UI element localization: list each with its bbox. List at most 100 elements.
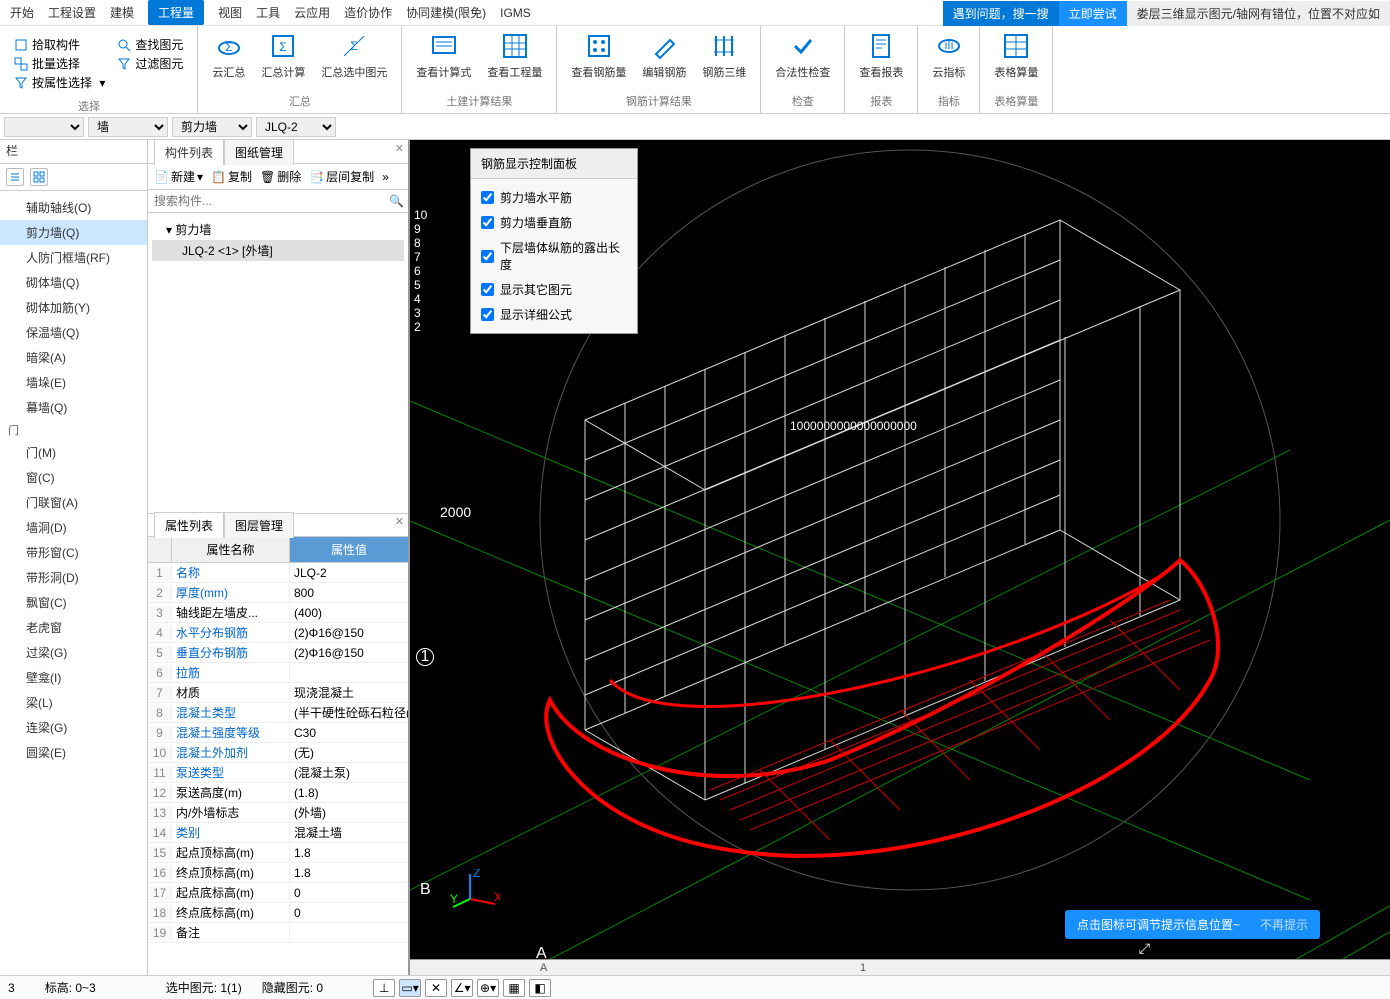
property-row[interactable]: 18终点底标高(m)0: [148, 903, 408, 923]
tool-icon-4[interactable]: ∠▾: [451, 979, 473, 997]
property-row[interactable]: 4水平分布钢筋(2)Φ16@150: [148, 623, 408, 643]
prop-value[interactable]: 0: [290, 906, 408, 920]
left-item[interactable]: 砌体加筋(Y): [0, 295, 147, 320]
validity-check-button[interactable]: 合法性检查: [769, 30, 836, 82]
prop-value[interactable]: 现浇混凝土: [290, 684, 408, 701]
property-row[interactable]: 11泵送类型(混凝土泵): [148, 763, 408, 783]
rebar-checkbox[interactable]: [481, 191, 494, 204]
pick-component[interactable]: 拾取构件: [14, 36, 105, 53]
tip-anchor-icon[interactable]: ⤢: [1139, 940, 1150, 957]
copy-button[interactable]: 📋复制: [211, 168, 252, 185]
prop-value[interactable]: JLQ-2: [290, 566, 408, 580]
property-row[interactable]: 9混凝土强度等级C30: [148, 723, 408, 743]
try-now-button[interactable]: 立即尝试: [1059, 1, 1127, 26]
left-item[interactable]: 门(M): [0, 440, 147, 465]
property-row[interactable]: 10混凝土外加剂(无): [148, 743, 408, 763]
left-item[interactable]: 带形洞(D): [0, 565, 147, 590]
filter-element[interactable]: 过滤图元: [117, 55, 183, 72]
left-item[interactable]: 连梁(G): [0, 715, 147, 740]
edit-rebar-button[interactable]: 编辑钢筋: [636, 30, 692, 82]
cloud-summary-button[interactable]: Σ云汇总: [206, 30, 251, 82]
summary-calc-button[interactable]: Σ汇总计算: [255, 30, 311, 82]
tool-icon-2[interactable]: ▭▾: [399, 979, 421, 997]
left-item[interactable]: 保温墙(Q): [0, 320, 147, 345]
viewport-3d[interactable]: 1000000000000000000 钢筋显示控制面板 剪力墙水平筋 剪力墙垂…: [410, 140, 1390, 975]
rebar-checkbox-row[interactable]: 下层墙体纵筋的露出长度: [481, 239, 627, 273]
rebar-checkbox[interactable]: [481, 283, 494, 296]
prop-close-icon[interactable]: ✕: [395, 515, 404, 528]
layer-copy-button[interactable]: 📑层间复制: [309, 168, 374, 185]
left-item[interactable]: 过梁(G): [0, 640, 147, 665]
left-item[interactable]: 人防门框墙(RF): [0, 245, 147, 270]
rebar-checkbox-row[interactable]: 剪力墙水平筋: [481, 189, 627, 206]
menu-item[interactable]: 建模: [110, 4, 134, 21]
left-item[interactable]: 墙垛(E): [0, 370, 147, 395]
prop-value[interactable]: 混凝土墙: [290, 824, 408, 841]
property-row[interactable]: 2厚度(mm)800: [148, 583, 408, 603]
prop-value[interactable]: 1.8: [290, 846, 408, 860]
tool-icon-3[interactable]: ✕: [425, 979, 447, 997]
view-report-button[interactable]: 查看报表: [853, 30, 909, 82]
left-item[interactable]: 飘窗(C): [0, 590, 147, 615]
property-row[interactable]: 5垂直分布钢筋(2)Φ16@150: [148, 643, 408, 663]
menu-item[interactable]: 云应用: [294, 4, 330, 21]
batch-select[interactable]: 批量选择: [14, 55, 105, 72]
prop-value[interactable]: (半干硬性砼砾石粒径(20...: [290, 704, 408, 721]
prop-value[interactable]: (1.8): [290, 786, 408, 800]
left-item[interactable]: 壁龛(I): [0, 665, 147, 690]
filter-4[interactable]: JLQ-2: [256, 117, 336, 137]
rebar-checkbox-row[interactable]: 显示详细公式: [481, 306, 627, 323]
rebar-checkbox-row[interactable]: 剪力墙垂直筋: [481, 214, 627, 231]
tab-drawing-mgr[interactable]: 图纸管理: [224, 139, 294, 165]
rebar-checkbox-row[interactable]: 显示其它图元: [481, 281, 627, 298]
delete-button[interactable]: 🗑删除: [260, 168, 301, 185]
property-row[interactable]: 17起点底标高(m)0: [148, 883, 408, 903]
menu-item[interactable]: 工程设置: [48, 4, 96, 21]
prop-value[interactable]: (2)Φ16@150: [290, 646, 408, 660]
filter-2[interactable]: 墙: [88, 117, 168, 137]
tool-icon-5[interactable]: ⊕▾: [477, 979, 499, 997]
filter-1[interactable]: [4, 117, 84, 137]
property-row[interactable]: 7材质现浇混凝土: [148, 683, 408, 703]
view-rebar-qty-button[interactable]: 查看钢筋量: [565, 30, 632, 82]
table-calc-button[interactable]: 表格算量: [988, 30, 1044, 82]
rebar-3d-button[interactable]: 钢筋三维: [696, 30, 752, 82]
prop-value[interactable]: 800: [290, 586, 408, 600]
left-list[interactable]: 辅助轴线(O) 剪力墙(Q)人防门框墙(RF)砌体墙(Q)砌体加筋(Y)保温墙(…: [0, 191, 147, 975]
prop-value[interactable]: (无): [290, 744, 408, 761]
property-row[interactable]: 14类别混凝土墙: [148, 823, 408, 843]
tab-properties[interactable]: 属性列表: [154, 512, 224, 538]
property-row[interactable]: 1名称JLQ-2: [148, 563, 408, 583]
cloud-index-button[interactable]: ılı云指标: [926, 30, 971, 82]
left-item[interactable]: 带形窗(C): [0, 540, 147, 565]
menu-item[interactable]: 协同建模(限免): [406, 4, 486, 21]
tool-icon-6[interactable]: ▦: [503, 979, 525, 997]
property-row[interactable]: 13内/外墙标志(外墙): [148, 803, 408, 823]
left-item[interactable]: 圆梁(E): [0, 740, 147, 765]
tab-component-list[interactable]: 构件列表: [154, 139, 224, 165]
new-button[interactable]: 📄新建▾: [154, 168, 203, 185]
tab-layer-mgr[interactable]: 图层管理: [224, 512, 294, 538]
property-row[interactable]: 12泵送高度(m)(1.8): [148, 783, 408, 803]
left-item[interactable]: 窗(C): [0, 465, 147, 490]
list-view-icon[interactable]: [6, 168, 24, 186]
left-item[interactable]: 老虎窗: [0, 615, 147, 640]
panel-close-icon[interactable]: ✕: [395, 142, 404, 155]
menu-item[interactable]: IGMS: [500, 6, 531, 20]
aux-axis-item[interactable]: 辅助轴线(O): [0, 195, 147, 220]
prop-value[interactable]: C30: [290, 726, 408, 740]
property-row[interactable]: 16终点顶标高(m)1.8: [148, 863, 408, 883]
tile-view-icon[interactable]: [30, 168, 48, 186]
property-row[interactable]: 19备注: [148, 923, 408, 943]
tree-node-root[interactable]: ▾ 剪力墙: [152, 219, 404, 240]
left-item[interactable]: 墙洞(D): [0, 515, 147, 540]
left-item[interactable]: 砌体墙(Q): [0, 270, 147, 295]
rebar-checkbox[interactable]: [481, 216, 494, 229]
left-item[interactable]: 梁(L): [0, 690, 147, 715]
prop-value[interactable]: (混凝土泵): [290, 764, 408, 781]
menu-item[interactable]: 造价协作: [344, 4, 392, 21]
menu-item[interactable]: 开始: [10, 4, 34, 21]
more-icon[interactable]: »: [382, 170, 389, 184]
prop-value[interactable]: (外墙): [290, 804, 408, 821]
rebar-checkbox[interactable]: [481, 308, 494, 321]
